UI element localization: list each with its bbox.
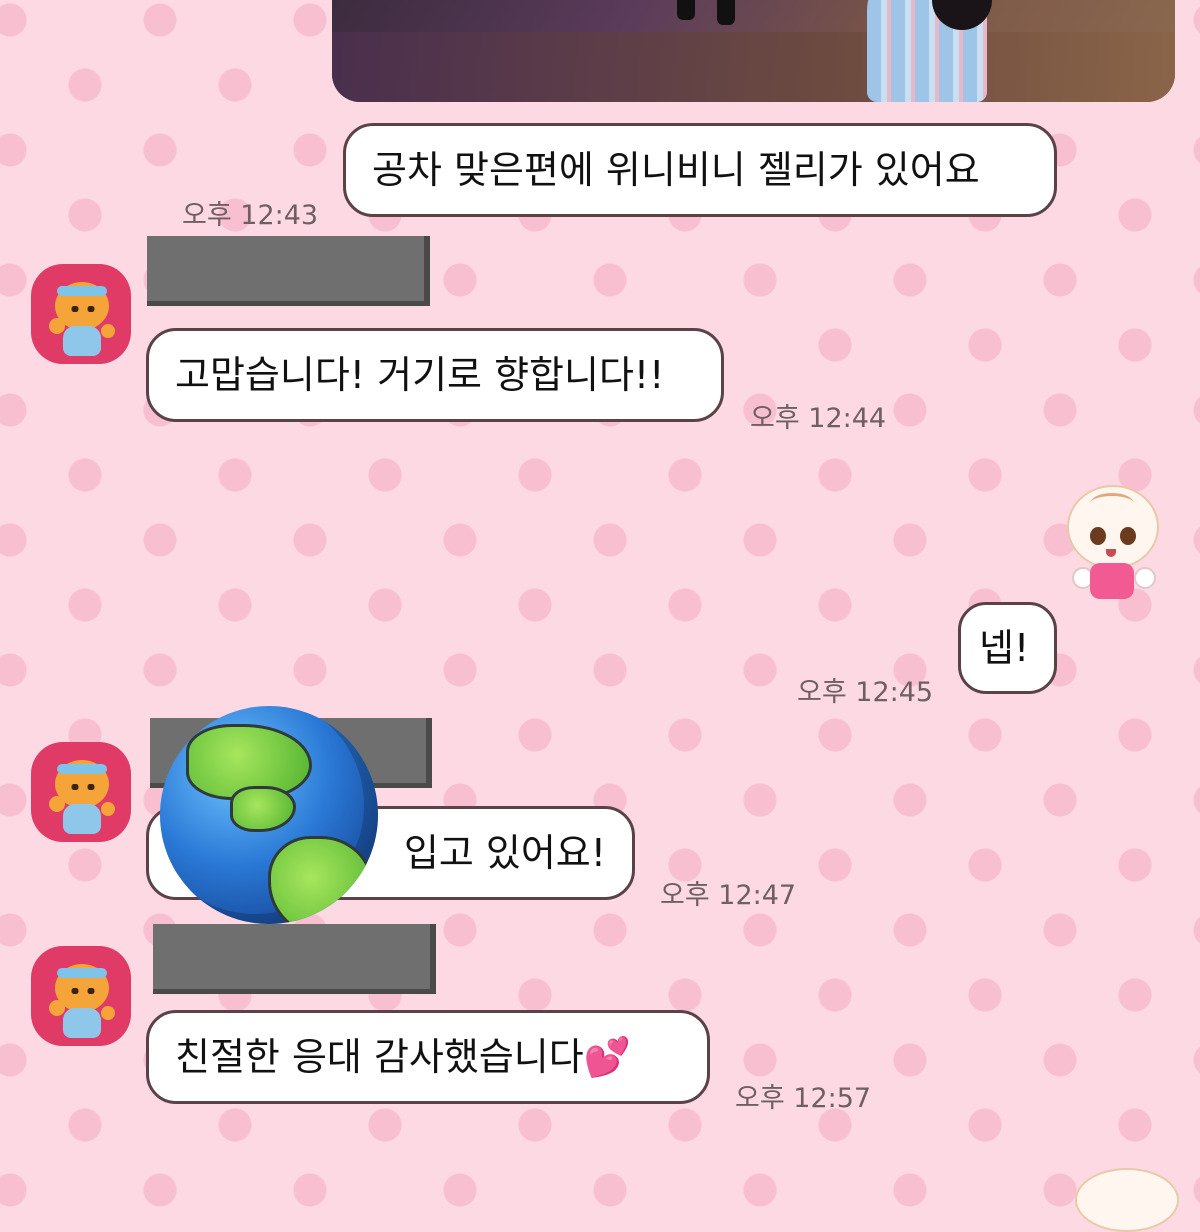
globe-land	[268, 836, 374, 924]
lion-arm	[101, 324, 115, 338]
lion-arm	[49, 796, 65, 812]
globe-land	[230, 786, 296, 832]
message-bubble-sent[interactable]: 넵!	[958, 602, 1057, 694]
globe-emoji-icon	[160, 706, 378, 924]
lion-arm	[101, 802, 115, 816]
message-text: 친절한 응대 감사했습니다💕	[175, 1035, 632, 1079]
lion-avatar-icon[interactable]	[31, 742, 131, 842]
message-time: 오후 12:43	[182, 200, 319, 231]
lion-body	[63, 326, 101, 356]
lion-avatar-icon[interactable]	[31, 946, 131, 1046]
message-bubble-received[interactable]: 고맙습니다! 거기로 향합니다!!	[146, 328, 724, 422]
message-time: 오후 12:45	[797, 677, 934, 708]
lion-eyes	[71, 988, 95, 994]
message-time: 오후 12:47	[660, 880, 797, 911]
sticker-eye	[1120, 527, 1136, 545]
message-bubble-received[interactable]: 친절한 응대 감사했습니다💕	[146, 1010, 710, 1104]
lion-body	[63, 1008, 101, 1038]
message-text: 고맙습니다! 거기로 향합니다!!	[175, 353, 665, 397]
shared-photo[interactable]	[332, 0, 1175, 102]
sticker-hair	[1090, 493, 1134, 514]
lion-arm	[101, 1006, 115, 1020]
lion-arm	[49, 1000, 65, 1016]
angel-character-sticker-icon[interactable]	[1075, 1168, 1179, 1232]
lion-headband	[57, 968, 107, 978]
lion-headband	[57, 764, 107, 774]
message-time: 오후 12:57	[735, 1083, 872, 1114]
sticker-eye	[1090, 527, 1106, 545]
message-text: 공차 맞은편에 위니비니 젤리가 있어요	[372, 148, 980, 192]
sticker-body	[1090, 563, 1134, 599]
lion-eyes	[71, 784, 95, 790]
sticker-wing	[1134, 567, 1156, 589]
message-time: 오후 12:44	[750, 403, 887, 434]
angel-character-sticker-icon[interactable]	[1062, 485, 1162, 607]
lion-avatar-icon[interactable]	[31, 264, 131, 364]
lion-headband	[57, 286, 107, 296]
photo-figure-legs	[677, 0, 747, 25]
lion-body	[63, 804, 101, 834]
message-bubble-sent[interactable]: 공차 맞은편에 위니비니 젤리가 있어요	[343, 123, 1057, 217]
message-text: 넵!	[979, 626, 1030, 670]
message-text: 입고 있어요!	[403, 831, 606, 875]
redacted-sender-name	[147, 236, 430, 306]
lion-arm	[49, 318, 65, 334]
photo-floor	[332, 32, 1175, 102]
lion-eyes	[71, 306, 95, 312]
redacted-sender-name	[153, 924, 436, 994]
